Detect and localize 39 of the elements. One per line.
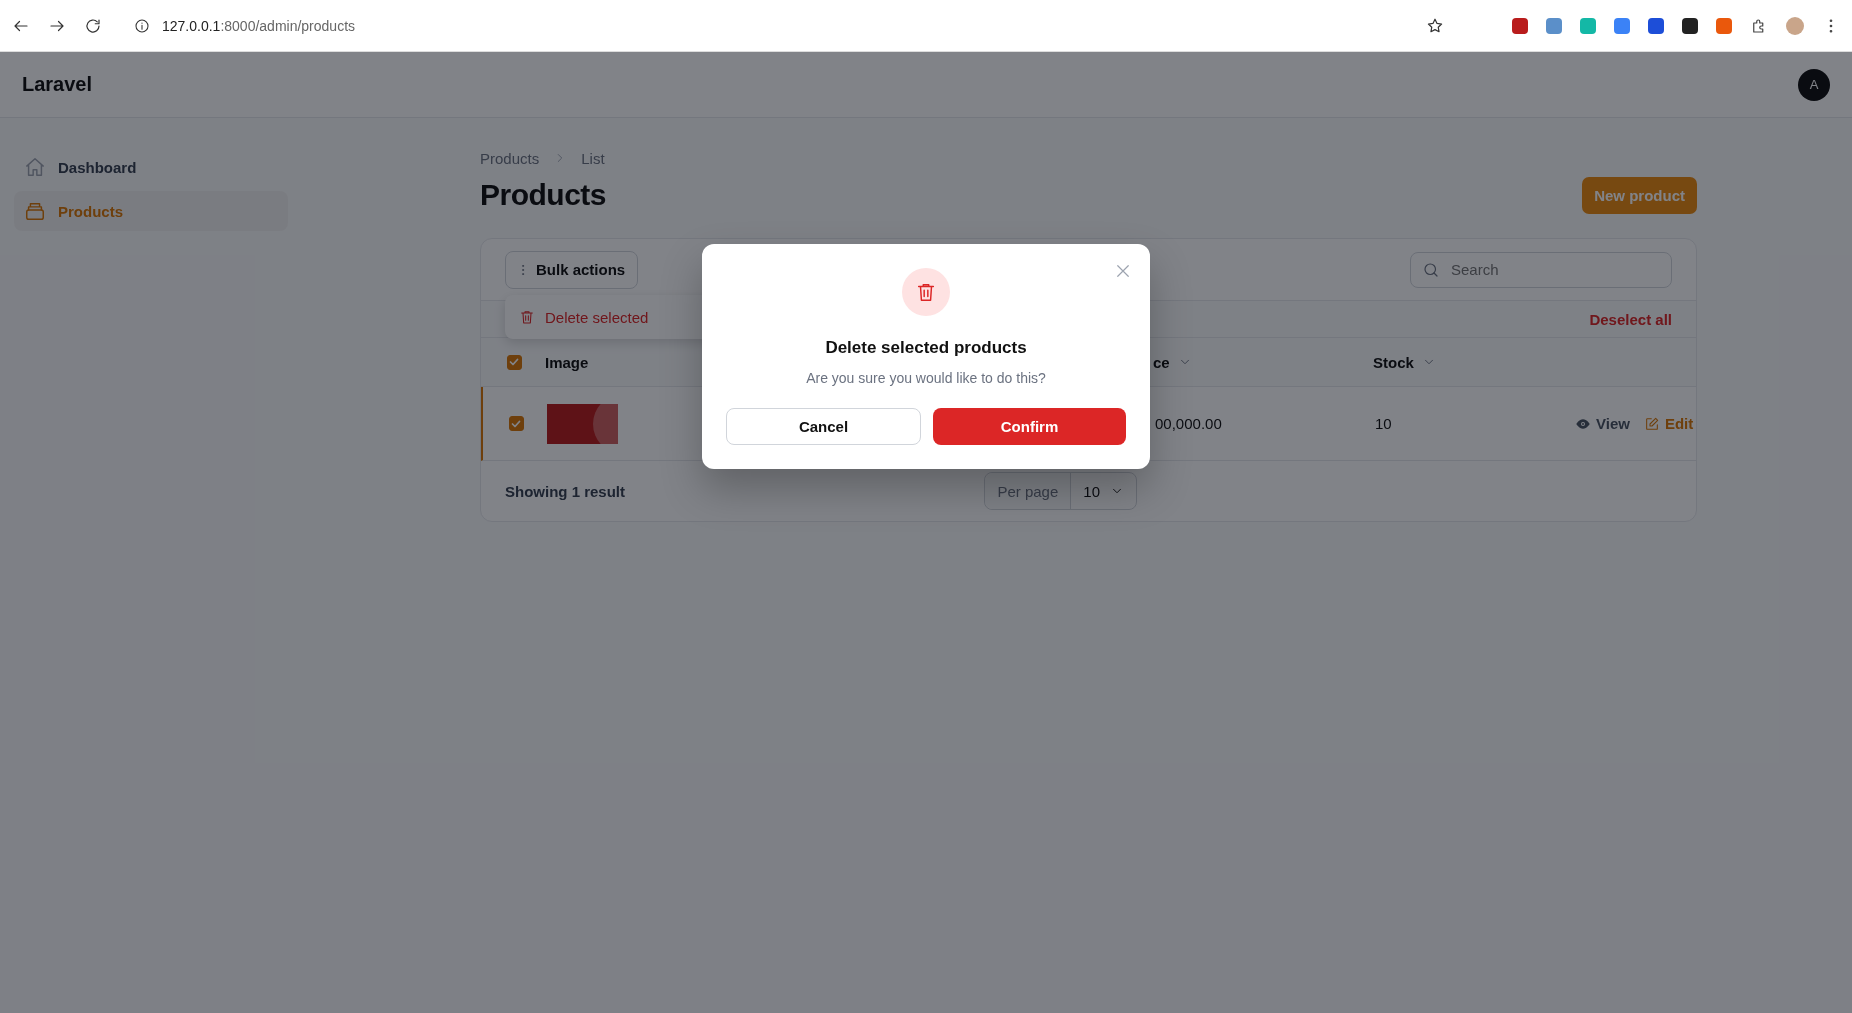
user-avatar[interactable]: A <box>1798 68 1830 101</box>
confirm-button[interactable]: Confirm <box>933 408 1126 445</box>
extension-icon[interactable] <box>1682 17 1698 34</box>
thumbnail-image <box>547 403 618 444</box>
checkbox[interactable] <box>508 416 524 431</box>
url-text: 127.0.0.1:8000/admin/products <box>162 17 356 34</box>
checkbox[interactable] <box>506 354 522 370</box>
home-icon <box>24 156 46 178</box>
modal-message: Are you sure you would like to do this? <box>806 370 1046 386</box>
extension-icon[interactable] <box>1512 17 1528 34</box>
per-page-select[interactable]: Per page 10 <box>984 472 1137 510</box>
sidebar-item[interactable]: Products <box>14 191 288 231</box>
new-product-button[interactable]: New product <box>1582 176 1697 214</box>
trash-icon <box>902 268 950 316</box>
column-header[interactable]: ce <box>1153 353 1170 371</box>
extension-icon[interactable] <box>1648 17 1664 34</box>
table-cell: 10 <box>1375 415 1392 432</box>
table-cell: 00,000.00 <box>1155 415 1222 432</box>
page-title: Products <box>480 178 607 212</box>
column-header: Image <box>545 353 589 371</box>
deselect-all-link[interactable]: Deselect all <box>1589 310 1672 328</box>
edit-link[interactable]: Edit <box>1643 415 1694 432</box>
search-field[interactable]: Search <box>1410 251 1672 288</box>
cancel-button[interactable]: Cancel <box>726 408 921 445</box>
modal-title: Delete selected products <box>825 338 1027 358</box>
breadcrumb-link[interactable]: Products <box>480 149 540 167</box>
bulk-actions-button[interactable]: Bulk actions <box>505 250 639 289</box>
info-icon <box>134 17 150 34</box>
result-count: Showing 1 result <box>505 482 625 500</box>
view-link[interactable]: View <box>1575 415 1630 432</box>
column-header[interactable]: Stock <box>1373 353 1414 371</box>
trash-icon <box>519 309 535 325</box>
search-icon <box>1422 260 1440 279</box>
reload-icon[interactable] <box>84 16 102 35</box>
brand-name: Laravel <box>22 73 93 96</box>
stack-icon <box>24 200 46 222</box>
sidebar-item[interactable]: Dashboard <box>14 147 288 187</box>
star-icon[interactable] <box>1426 16 1444 35</box>
breadcrumb-link[interactable]: List <box>581 149 605 167</box>
